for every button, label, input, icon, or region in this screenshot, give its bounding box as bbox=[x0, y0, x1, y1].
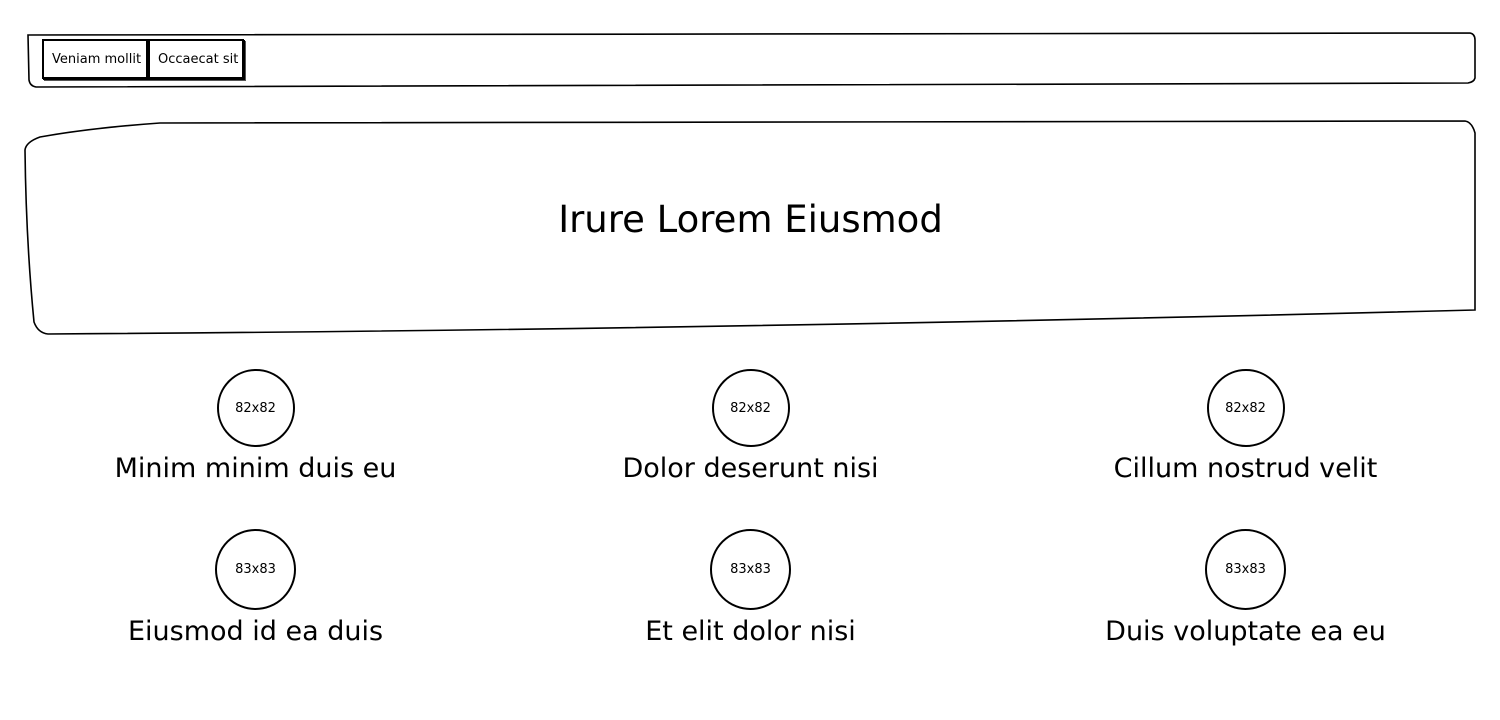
feature-title: Et elit dolor nisi bbox=[645, 616, 856, 647]
feature-item: 82x82 Cillum nostrud velit bbox=[998, 369, 1493, 484]
nav-button-veniam-mollit[interactable]: Veniam mollit bbox=[42, 39, 148, 79]
feature-item: 82x82 Dolor deserunt nisi bbox=[503, 369, 998, 484]
image-placeholder: 83x83 bbox=[1205, 529, 1286, 610]
feature-title: Cillum nostrud velit bbox=[1113, 453, 1378, 484]
feature-item: 83x83 Et elit dolor nisi bbox=[503, 529, 998, 647]
image-placeholder: 83x83 bbox=[215, 529, 296, 610]
nav-button-group: Veniam mollit Occaecat sit bbox=[42, 39, 244, 79]
feature-item: 82x82 Minim minim duis eu bbox=[8, 369, 503, 484]
feature-title: Minim minim duis eu bbox=[114, 453, 397, 484]
image-placeholder: 83x83 bbox=[710, 529, 791, 610]
hero-banner: Irure Lorem Eiusmod bbox=[26, 121, 1475, 335]
page: Veniam mollit Occaecat sit Irure Lorem E… bbox=[0, 0, 1500, 720]
feature-item: 83x83 Duis voluptate ea eu bbox=[998, 529, 1493, 647]
top-navbar: Veniam mollit Occaecat sit bbox=[26, 33, 1475, 87]
image-placeholder: 82x82 bbox=[1206, 369, 1285, 447]
hero-title: Irure Lorem Eiusmod bbox=[558, 197, 943, 241]
feature-title: Eiusmod id ea duis bbox=[127, 616, 384, 647]
feature-title: Duis voluptate ea eu bbox=[1105, 616, 1386, 647]
feature-title: Dolor deserunt nisi bbox=[622, 453, 879, 484]
nav-button-occaecat-sit[interactable]: Occaecat sit bbox=[148, 39, 244, 79]
image-placeholder: 82x82 bbox=[711, 369, 790, 447]
feature-item: 83x83 Eiusmod id ea duis bbox=[8, 529, 503, 647]
image-placeholder: 82x82 bbox=[216, 369, 295, 447]
